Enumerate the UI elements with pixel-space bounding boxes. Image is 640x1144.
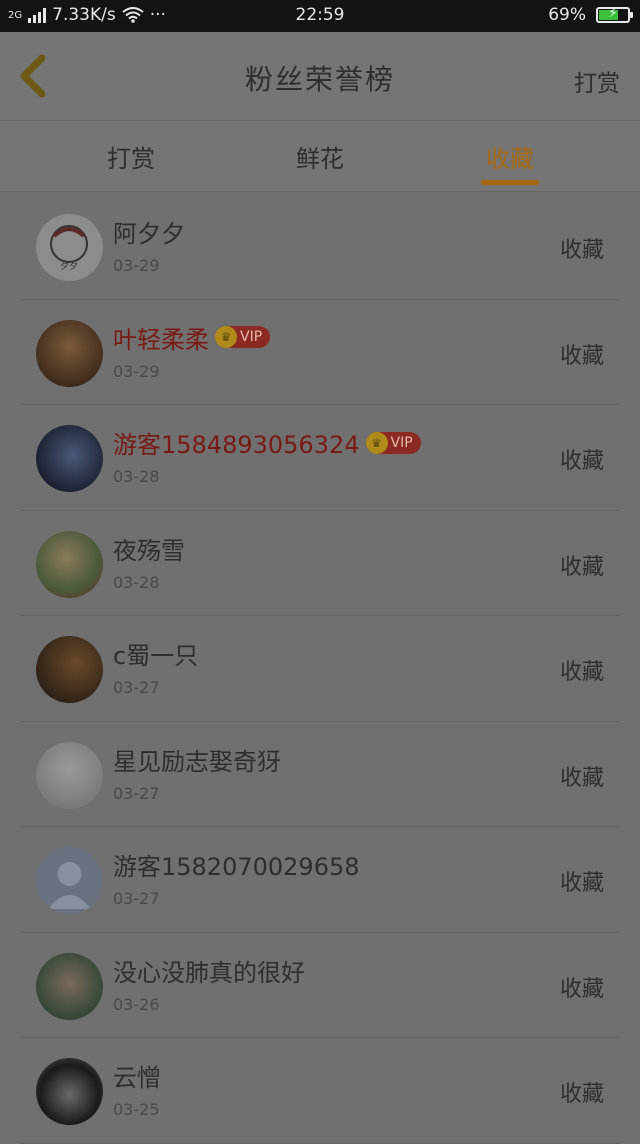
user-name: 夜殇雪 — [113, 536, 185, 565]
status-bar: 2G 7.33K/s ··· 22:59 69% ⚡ — [0, 0, 640, 32]
name-line: 夜殇雪 — [113, 531, 185, 566]
clock: 22:59 — [295, 5, 345, 25]
list-item[interactable]: 云憎 03-25 收藏 — [0, 1038, 640, 1144]
name-line: 叶轻柔柔 ♛ VIP — [113, 320, 271, 355]
action-label: 收藏 — [559, 238, 604, 263]
action-label: 收藏 — [559, 871, 604, 896]
action-label: 收藏 — [559, 976, 604, 1002]
date: 03-26 — [113, 994, 160, 1014]
list-item[interactable]: 夕夕 阿夕夕 03-29 收藏 — [0, 194, 640, 300]
name-line: 云憎 — [113, 1058, 161, 1093]
date: 03-28 — [113, 467, 160, 486]
date: 03-28 — [113, 572, 160, 592]
user-name: 云憎 — [113, 1064, 161, 1092]
list-item[interactable]: 游客1584893056324 ♛ VIP 03-28 收藏 — [0, 405, 640, 511]
tab-bar: 打赏 鲜花 收藏 — [0, 121, 640, 192]
action-label: 收藏 — [559, 343, 604, 369]
user-name: 阿夕夕 — [113, 220, 185, 248]
fan-list: 夕夕 阿夕夕 03-29 收藏 叶轻柔柔 ♛ VIP 03-29 收藏 游客158… — [0, 194, 640, 1144]
reward-button[interactable]: 打赏 — [574, 64, 620, 98]
name-line: 游客1584893056324 ♛ VIP — [113, 425, 421, 460]
tab-reward[interactable]: 打赏 — [71, 139, 191, 174]
crown-icon: ♛ — [365, 431, 388, 454]
vip-badge: ♛ VIP — [365, 431, 421, 454]
avatar[interactable]: 夕夕 — [36, 214, 103, 281]
name-line: 没心没肺真的很好 — [113, 953, 305, 988]
name-line: 阿夕夕 — [113, 214, 185, 249]
date: 03-29 — [113, 256, 160, 275]
avatar[interactable] — [36, 425, 103, 492]
user-name: 没心没肺真的很好 — [113, 958, 305, 987]
page-title: 粉丝荣誉榜 — [244, 63, 395, 96]
list-item[interactable]: 星见励志娶奇犽 03-27 收藏 — [0, 722, 640, 828]
action-label: 收藏 — [559, 449, 604, 474]
name-line: 游客1582070029658 — [113, 847, 360, 882]
avatar[interactable] — [36, 847, 103, 914]
active-tab-indicator — [481, 180, 539, 185]
vip-badge: ♛ VIP — [215, 326, 271, 348]
date: 03-25 — [113, 1100, 160, 1119]
vip-label: VIP — [390, 434, 413, 451]
avatar[interactable] — [36, 530, 103, 598]
user-name: 游客1582070029658 — [113, 853, 360, 881]
list-item[interactable]: 游客1582070029658 03-27 收藏 — [0, 827, 640, 933]
svg-text:夕夕: 夕夕 — [60, 260, 78, 272]
date: 03-29 — [113, 361, 160, 381]
tab-favorites[interactable]: 收藏 — [450, 139, 570, 174]
nav-bar: 粉丝荣誉榜 打赏 — [0, 32, 640, 121]
name-line: 星见励志娶奇犽 — [113, 742, 281, 777]
list-item[interactable]: 夜殇雪 03-28 收藏 — [0, 511, 640, 617]
date: 03-27 — [113, 889, 160, 908]
action-label: 收藏 — [559, 765, 604, 791]
user-name: 叶轻柔柔 — [113, 325, 209, 354]
date: 03-27 — [113, 783, 160, 803]
name-line: c蜀一只 — [113, 636, 198, 671]
battery-percent: 69% — [548, 5, 586, 25]
avatar[interactable] — [36, 636, 103, 703]
list-item[interactable]: 没心没肺真的很好 03-26 收藏 — [0, 933, 640, 1039]
battery-icon: ⚡ — [596, 6, 633, 23]
list-item[interactable]: 叶轻柔柔 ♛ VIP 03-29 收藏 — [0, 300, 640, 406]
status-right: 69% ⚡ — [548, 5, 633, 25]
avatar[interactable] — [36, 319, 103, 387]
user-name: 游客1584893056324 — [113, 431, 360, 459]
date: 03-27 — [113, 678, 160, 697]
action-label: 收藏 — [559, 1082, 604, 1107]
action-label: 收藏 — [559, 660, 604, 685]
user-name: 星见励志娶奇犽 — [113, 747, 281, 776]
action-label: 收藏 — [559, 554, 604, 580]
tab-flowers[interactable]: 鲜花 — [260, 139, 380, 174]
avatar[interactable] — [36, 952, 103, 1020]
list-item[interactable]: c蜀一只 03-27 收藏 — [0, 616, 640, 722]
avatar[interactable] — [36, 1058, 103, 1125]
vip-label: VIP — [240, 329, 263, 345]
user-name: c蜀一只 — [113, 642, 199, 670]
avatar[interactable] — [36, 741, 103, 809]
crown-icon: ♛ — [215, 326, 237, 348]
